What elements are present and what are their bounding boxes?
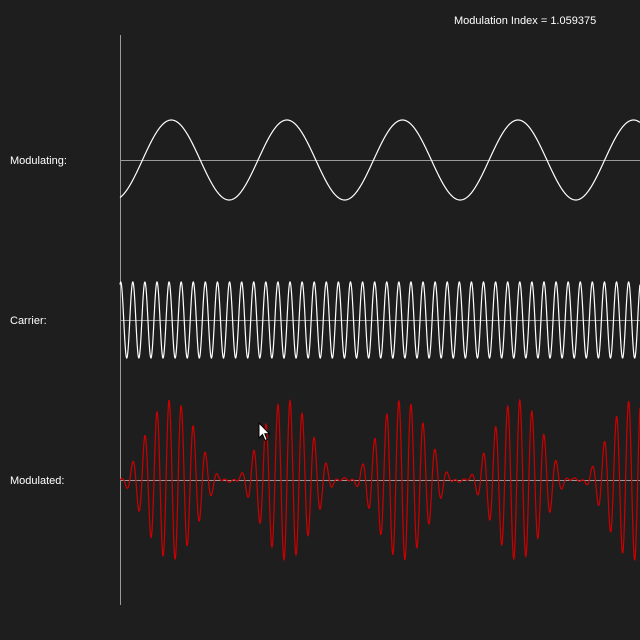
waveform-plot <box>119 35 640 605</box>
cursor-arrow-icon <box>258 422 271 442</box>
modulation-display: Modulation Index = 1.059375 Modulating: … <box>0 0 640 640</box>
